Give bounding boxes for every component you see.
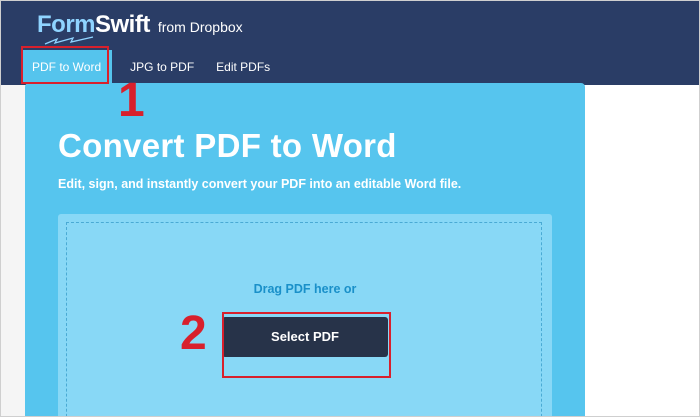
page: Form Swift from Dropbox PDF to Word JPG … <box>0 0 700 417</box>
drag-hint-text: Drag PDF here or <box>253 282 357 296</box>
annotation-number-step1: 1 <box>118 74 145 127</box>
page-background-right <box>585 85 699 416</box>
annotation-box-step1 <box>21 46 109 84</box>
page-title: Convert PDF to Word <box>58 127 397 164</box>
brand-logo[interactable]: Form Swift from Dropbox <box>37 11 243 45</box>
nav-item-edit-pdfs[interactable]: Edit PDFs <box>206 52 280 82</box>
page-subtitle: Edit, sign, and instantly convert your P… <box>58 177 462 191</box>
annotation-number-step2: 2 <box>180 307 207 360</box>
brand-subtitle: from Dropbox <box>157 19 243 35</box>
annotation-box-step2 <box>222 312 391 378</box>
